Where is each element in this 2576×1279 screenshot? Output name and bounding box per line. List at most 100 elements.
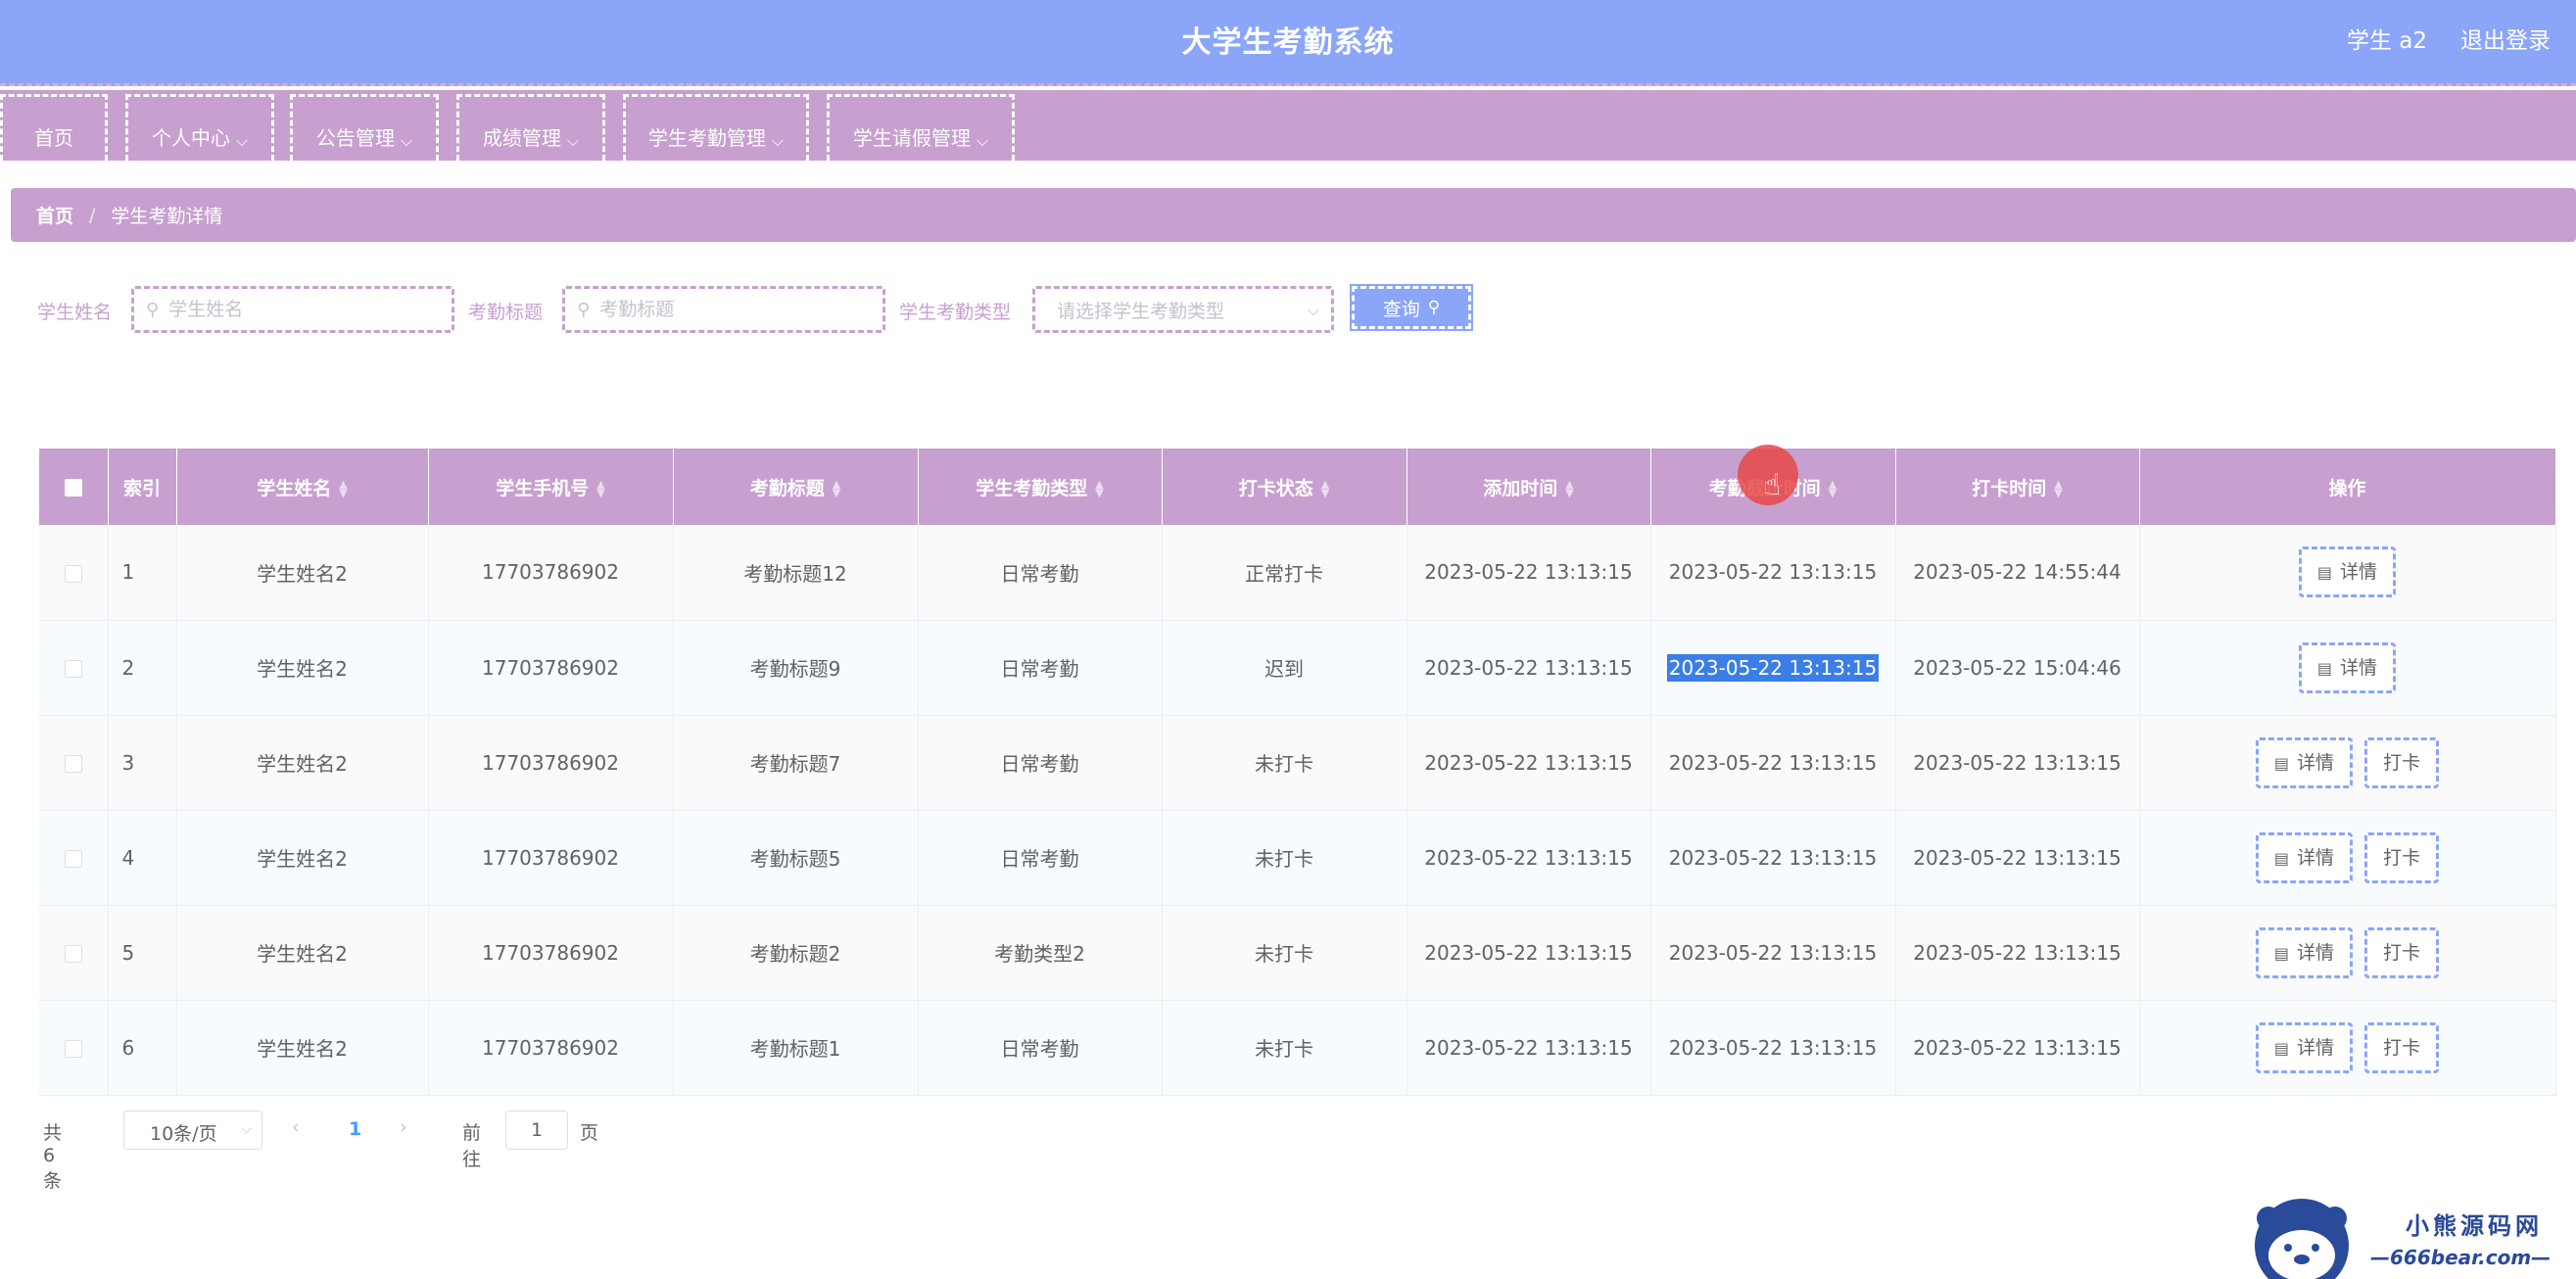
column-header[interactable]: 学生手机号 ▲ ▼ [428, 449, 674, 525]
table-header-row: 索引 学生姓名 ▲ ▼ 学生手机号 ▲ ▼ 考勤标题 ▲ ▼ 学生考勤类型 ▲ ▼ 打卡状态 ▲ ▼… [39, 449, 2556, 525]
title-field[interactable]: ⚲ [562, 286, 885, 333]
cell-deadline: 2023-05-22 13:13:15 [1650, 905, 1896, 1001]
sort-caret-icon[interactable]: ▲ ▼ [833, 479, 840, 498]
nav-item-attendance[interactable]: 学生考勤管理 ⌵ [623, 94, 809, 161]
cell-actions: ▤ 详情 [2139, 620, 2556, 716]
logout-link[interactable]: 退出登录 [2460, 22, 2551, 55]
detail-button[interactable]: ▤ 详情 [2255, 1021, 2354, 1073]
cell-status: 正常打卡 [1162, 525, 1407, 621]
name-field[interactable]: ⚲ [131, 286, 454, 333]
cell-punch-time: 2023-05-22 14:55:44 [1895, 525, 2140, 621]
breadcrumb-separator: / [89, 204, 96, 226]
cell-deadline: 2023-05-22 13:13:15 [1650, 620, 1896, 716]
sort-caret-icon[interactable]: ▲ ▼ [339, 479, 347, 498]
cell-name: 学生姓名2 [176, 810, 429, 906]
cell-title: 考勤标题5 [673, 810, 919, 906]
chevron-down-icon: ⌵ [976, 131, 989, 150]
watermark-cn: 小熊源码网 [2406, 1212, 2543, 1240]
type-label: 学生考勤类型 [899, 302, 1012, 323]
nav-item-announcements[interactable]: 公告管理 ⌵ [290, 94, 439, 161]
select-all-checkbox[interactable] [64, 478, 82, 497]
row-checkbox[interactable] [64, 660, 82, 678]
cell-index: 4 [108, 810, 177, 906]
cell-title: 考勤标题2 [673, 905, 919, 1001]
goto-page-input[interactable]: 1 [505, 1111, 568, 1150]
nav-item-label: 学生请假管理 [852, 126, 971, 150]
breadcrumb-home[interactable]: 首页 [36, 202, 73, 228]
nav-item-home[interactable]: 首页 [0, 94, 108, 161]
cell-phone: 17703786902 [428, 620, 674, 716]
nav-item-label: 成绩管理 [482, 126, 561, 150]
cell-added: 2023-05-22 13:13:15 [1407, 715, 1651, 811]
sort-caret-icon[interactable]: ▲ ▼ [1829, 479, 1837, 498]
table-row: 5 学生姓名2 17703786902 考勤标题2 考勤类型2 未打卡 2023… [39, 905, 2556, 1001]
column-header[interactable]: 考勤标题 ▲ ▼ [673, 449, 919, 525]
cell-added: 2023-05-22 13:13:15 [1407, 525, 1651, 621]
cell-actions: ▤ 详情 [2139, 525, 2556, 621]
document-icon: ▤ [2273, 943, 2290, 963]
chevron-down-icon: ⌵ [1307, 301, 1319, 319]
sort-caret-icon[interactable]: ▲ ▼ [1321, 479, 1329, 498]
nav-item-label: 公告管理 [315, 126, 395, 150]
detail-button[interactable]: ▤ 详情 [2298, 641, 2397, 693]
total-count: 共 6 条 [43, 1122, 63, 1192]
page-size-select[interactable]: 10条/页 ⌵ [123, 1111, 262, 1150]
punch-button[interactable]: 打卡 [2364, 831, 2440, 883]
sort-caret-icon[interactable]: ▲ ▼ [1095, 479, 1103, 498]
prev-page-icon[interactable]: ‹ [292, 1116, 300, 1138]
cell-punch-time: 2023-05-22 13:13:15 [1895, 715, 2140, 811]
nav-item-grades[interactable]: 成绩管理 ⌵ [456, 94, 605, 161]
row-checkbox[interactable] [64, 1040, 82, 1058]
cell-index: 3 [108, 715, 177, 811]
cell-title: 考勤标题12 [673, 525, 919, 621]
page-number[interactable]: 1 [349, 1118, 361, 1140]
type-select[interactable]: 请选择学生考勤类型 ⌵ [1032, 286, 1334, 333]
page-word: 页 [580, 1122, 599, 1144]
sort-caret-icon[interactable]: ▲ ▼ [1565, 479, 1573, 498]
detail-button[interactable]: ▤ 详情 [2255, 736, 2354, 788]
cell-punch-time: 2023-05-22 15:04:46 [1895, 620, 2140, 716]
column-header[interactable]: 打卡时间 ▲ ▼ [1895, 449, 2140, 525]
punch-button[interactable]: 打卡 [2364, 926, 2440, 978]
detail-button[interactable]: ▤ 详情 [2255, 831, 2354, 883]
document-icon: ▤ [2273, 1038, 2290, 1058]
nav-item-personal-center[interactable]: 个人中心 ⌵ [125, 94, 274, 161]
next-page-icon[interactable]: › [400, 1116, 407, 1138]
cell-phone: 17703786902 [428, 905, 674, 1001]
column-header[interactable]: 打卡状态 ▲ ▼ [1162, 449, 1407, 525]
document-icon: ▤ [2316, 658, 2333, 678]
cell-status: 未打卡 [1162, 1000, 1407, 1096]
select-all-cell[interactable] [39, 449, 109, 525]
cell-added: 2023-05-22 13:13:15 [1407, 620, 1651, 716]
attendance-table: 索引 学生姓名 ▲ ▼ 学生手机号 ▲ ▼ 考勤标题 ▲ ▼ 学生考勤类型 ▲ ▼ 打卡状态 ▲ ▼… [39, 449, 2556, 1096]
sort-caret-icon[interactable]: ▲ ▼ [2054, 479, 2062, 498]
cell-index: 5 [108, 905, 177, 1001]
punch-button[interactable]: 打卡 [2364, 736, 2440, 788]
row-checkbox[interactable] [64, 755, 82, 773]
detail-button[interactable]: ▤ 详情 [2255, 926, 2354, 978]
nav-item-leave[interactable]: 学生请假管理 ⌵ [827, 94, 1015, 161]
cell-type: 日常考勤 [918, 620, 1163, 716]
cell-added: 2023-05-22 13:13:15 [1407, 810, 1651, 906]
sort-caret-icon[interactable]: ▲ ▼ [596, 479, 604, 498]
cell-deadline: 2023-05-22 13:13:15 [1650, 1000, 1896, 1096]
title-input[interactable] [599, 299, 844, 320]
row-checkbox[interactable] [64, 564, 82, 583]
row-checkbox[interactable] [64, 850, 82, 868]
query-button-label: 查询 [1382, 298, 1420, 320]
cell-name: 学生姓名2 [176, 525, 429, 621]
table-row: 3 学生姓名2 17703786902 考勤标题7 日常考勤 未打卡 2023-… [39, 715, 2556, 811]
chevron-down-icon: ⌵ [241, 1121, 252, 1137]
query-button[interactable]: 查询 ⚲ [1350, 284, 1473, 331]
column-header[interactable]: 学生考勤类型 ▲ ▼ [918, 449, 1163, 525]
app-title: 大学生考勤系统 [1181, 25, 1395, 60]
column-header[interactable]: 学生姓名 ▲ ▼ [176, 449, 429, 525]
row-checkbox[interactable] [64, 945, 82, 963]
cell-index: 2 [108, 620, 177, 716]
punch-button[interactable]: 打卡 [2364, 1021, 2440, 1073]
cell-actions: ▤ 详情 打卡 [2139, 1000, 2556, 1096]
name-input[interactable] [168, 299, 413, 320]
nav-item-label: 首页 [34, 126, 73, 150]
column-header[interactable]: 添加时间 ▲ ▼ [1407, 449, 1651, 525]
detail-button[interactable]: ▤ 详情 [2298, 546, 2397, 598]
